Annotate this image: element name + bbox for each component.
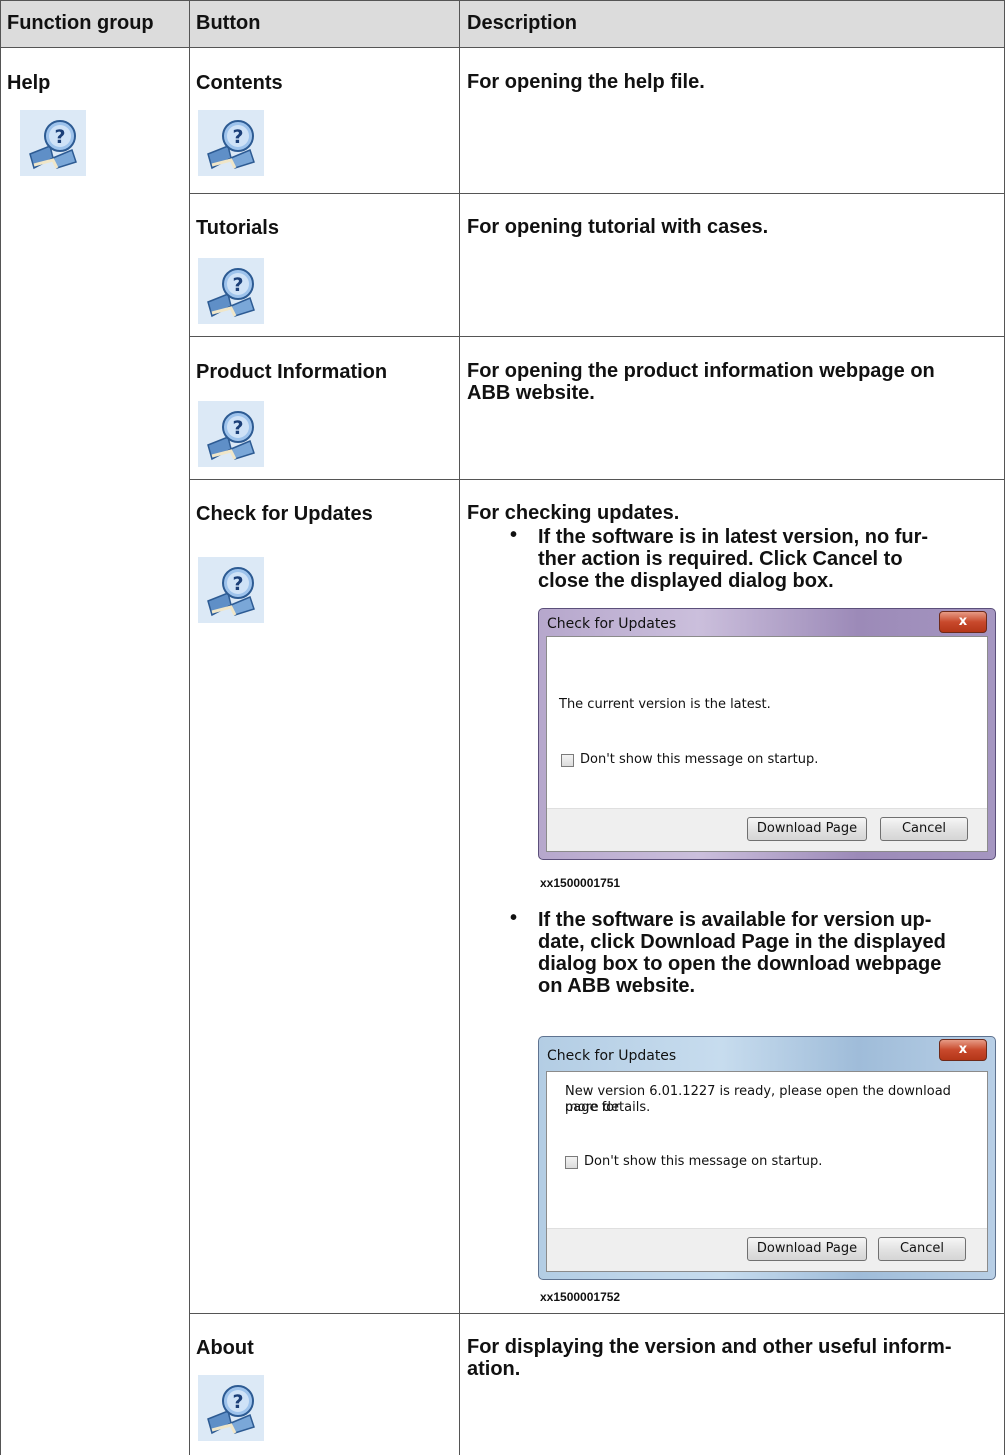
help-book-icon: ? <box>20 110 86 176</box>
dialog-title: Check for Updates <box>547 1048 677 1064</box>
bullet-2-line3: dialog box to open the download webpage <box>538 953 942 975</box>
product-information-help-icon: ? <box>198 401 264 467</box>
bullet-2-line4: on ABB website. <box>538 975 696 997</box>
dont-show-label: Don't show this message on startup. <box>580 752 819 767</box>
description-tutorials: For opening tutorial with cases. <box>467 216 769 238</box>
dont-show-checkbox[interactable] <box>565 1156 578 1169</box>
button-name-check-for-updates: Check for Updates <box>196 503 373 525</box>
svg-text:?: ? <box>232 1391 243 1413</box>
button-name-tutorials: Tutorials <box>196 217 279 239</box>
svg-text:?: ? <box>232 573 243 595</box>
check-for-updates-dialog-latest: Check for Updates x The current version … <box>538 608 996 860</box>
header-function-group: Function group <box>7 12 154 34</box>
cancel-button[interactable]: Cancel <box>880 817 968 841</box>
description-contents: For opening the help file. <box>467 71 705 93</box>
bullet-2-download-bold: Download Page <box>640 931 790 953</box>
description-about-line1: For displaying the version and other use… <box>467 1336 952 1358</box>
close-icon[interactable]: x <box>939 611 987 633</box>
description-check-for-updates: For checking updates. <box>467 502 680 524</box>
contents-help-icon: ? <box>198 110 264 176</box>
svg-text:?: ? <box>232 417 243 439</box>
header-divider <box>0 47 1005 48</box>
dialog-message-line2: more details. <box>565 1100 651 1115</box>
description-product-information-line2: ABB website. <box>467 382 595 404</box>
dialog-body: New version 6.01.1227 is ready, please o… <box>546 1071 988 1272</box>
column-divider-2 <box>459 0 460 1455</box>
dialog-message: The current version is the latest. <box>559 697 771 712</box>
button-name-product-information: Product Information <box>196 361 388 383</box>
header-button: Button <box>196 12 261 34</box>
dont-show-label: Don't show this message on startup. <box>584 1154 823 1169</box>
bullet-2-marker: • <box>510 907 518 929</box>
bullet-1-line2-tail: to <box>878 548 903 570</box>
figure-caption-2: xx1500001752 <box>540 1290 621 1304</box>
dialog-body: The current version is the latest. Don't… <box>546 636 988 852</box>
svg-text:?: ? <box>232 274 243 296</box>
bullet-2-line1: If the software is available for version… <box>538 909 932 931</box>
header-description: Description <box>467 12 578 34</box>
bullet-1-marker: • <box>510 524 518 546</box>
svg-text:?: ? <box>232 126 243 148</box>
row-divider-1 <box>189 193 1005 194</box>
download-page-button[interactable]: Download Page <box>747 1237 867 1261</box>
table-border-left <box>0 0 1 1455</box>
help-function-table: Function group Button Description Help ?… <box>0 0 1005 1455</box>
button-name-contents: Contents <box>196 72 283 94</box>
tutorials-help-icon: ? <box>198 258 264 324</box>
check-for-updates-help-icon: ? <box>198 557 264 623</box>
row-divider-2 <box>189 336 1005 337</box>
description-about-line2: ation. <box>467 1358 521 1380</box>
cancel-button[interactable]: Cancel <box>878 1237 966 1261</box>
bullet-1-line1: If the software is in latest version, no… <box>538 526 929 548</box>
row-divider-3 <box>189 479 1005 480</box>
button-name-about: About <box>196 1337 254 1359</box>
dialog-footer: Download Page Cancel <box>547 1228 987 1271</box>
about-help-icon: ? <box>198 1375 264 1441</box>
bullet-2-line2-text: date, click <box>538 931 641 953</box>
bullet-1-line3: close the displayed dialog box. <box>538 570 834 592</box>
description-product-information-line1: For opening the product information webp… <box>467 360 935 382</box>
dont-show-checkbox[interactable] <box>561 754 574 767</box>
bullet-2-line2-tail: in the displayed <box>789 931 946 953</box>
bullet-1-line2-text: ther action is required. Click <box>538 548 813 570</box>
dialog-title: Check for Updates <box>547 616 677 632</box>
column-divider-1 <box>189 0 190 1455</box>
svg-text:?: ? <box>54 126 65 148</box>
figure-caption-1: xx1500001751 <box>540 876 621 890</box>
bullet-1-cancel-bold: Cancel <box>812 548 879 570</box>
row-divider-4 <box>189 1313 1005 1314</box>
close-icon[interactable]: x <box>939 1039 987 1061</box>
function-group-help: Help <box>7 72 51 94</box>
bullet-1-line2: ther action is required. Click Cancel to <box>538 548 903 570</box>
bullet-2-line2: date, click Download Page in the display… <box>538 931 946 953</box>
check-for-updates-dialog-new-version: Check for Updates x New version 6.01.122… <box>538 1036 996 1280</box>
dialog-footer: Download Page Cancel <box>547 808 987 851</box>
download-page-button[interactable]: Download Page <box>747 817 867 841</box>
